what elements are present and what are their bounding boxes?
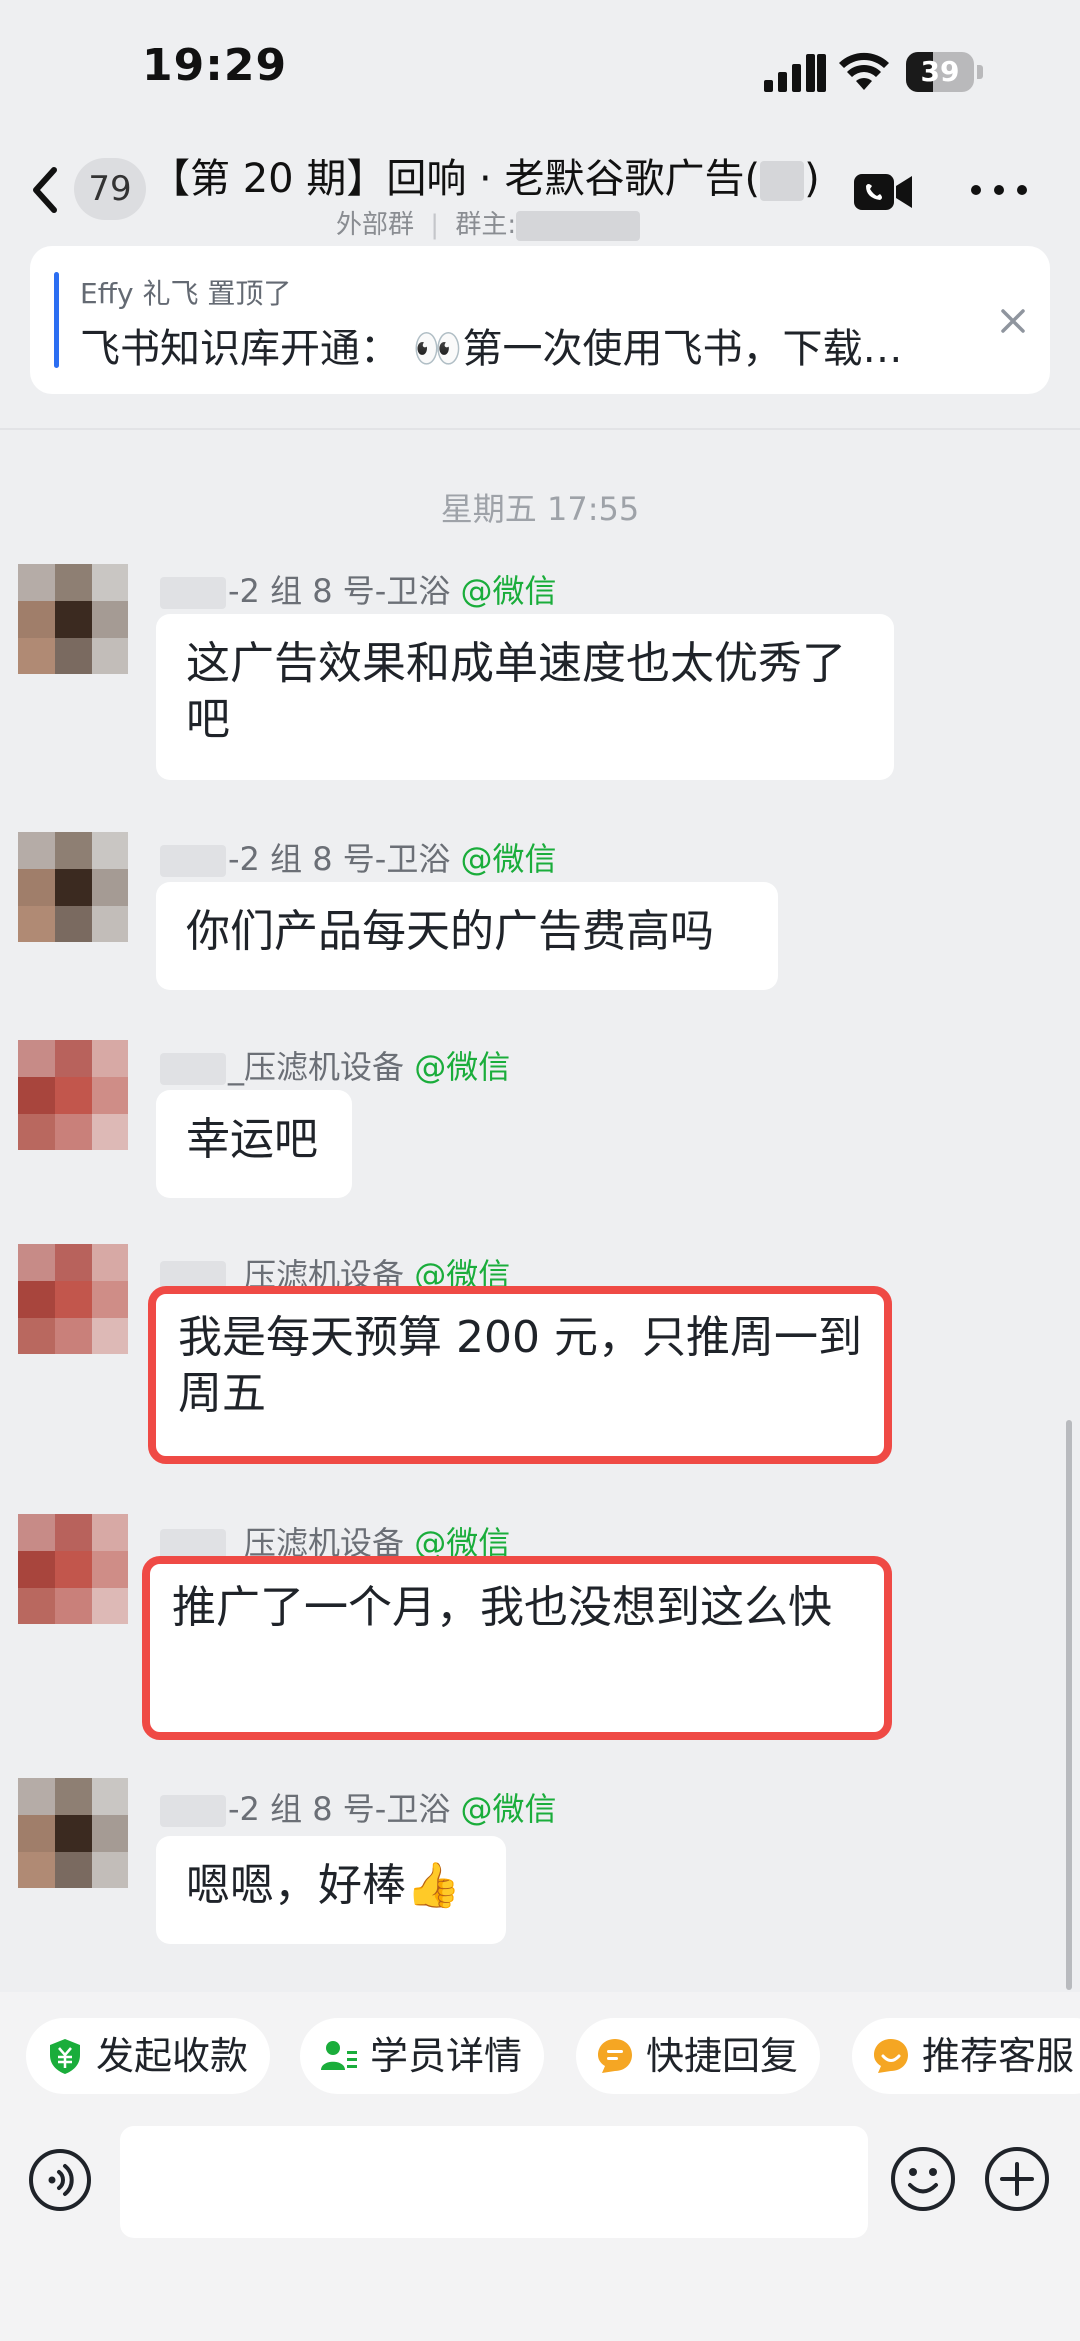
quick-action-student-details[interactable]: 学员详情 <box>300 2018 545 2094</box>
sender-name: -2 组 8 号-卫浴 <box>228 840 451 878</box>
pinned-by-label: Effy 礼飞 置顶了 <box>80 277 292 310</box>
sender-origin: @微信 <box>460 572 557 610</box>
avatar[interactable] <box>18 1778 128 1888</box>
message-bubble[interactable]: 嗯嗯，好棒👍 <box>156 1836 506 1944</box>
more-options-icon[interactable] <box>970 176 1028 204</box>
sender-origin: @微信 <box>460 1790 557 1828</box>
message-bubble-highlighted[interactable]: 推广了一个月，我也没想到这么快 <box>142 1556 892 1740</box>
sender-name: -2 组 8 号-卫浴 <box>228 1790 451 1828</box>
emoji-icon[interactable] <box>890 2146 956 2212</box>
battery-level: 39 <box>920 55 960 88</box>
message-input[interactable] <box>120 2126 868 2238</box>
video-call-icon[interactable] <box>854 170 914 214</box>
message-bubble-highlighted[interactable]: 我是每天预算 200 元，只推周一到周五 <box>148 1286 892 1464</box>
avatar[interactable] <box>18 1040 128 1150</box>
chip-label: 快捷回复 <box>646 2034 799 2078</box>
avatar[interactable] <box>18 564 128 674</box>
message-sender: -2 组 8 号-卫浴 @微信 <box>160 566 557 612</box>
message-sender: -2 组 8 号-卫浴 @微信 <box>160 834 557 880</box>
chat-bubble-icon <box>598 2039 632 2073</box>
shield-yen-icon <box>50 2039 80 2074</box>
message-sender: -2 组 8 号-卫浴 @微信 <box>160 1784 557 1830</box>
message-bubble[interactable]: 这广告效果和成单速度也太优秀了吧 <box>156 614 894 780</box>
unread-count-badge[interactable]: 79 <box>74 158 146 220</box>
back-chevron-icon[interactable] <box>22 160 72 220</box>
pinned-accent-bar <box>54 272 59 368</box>
header-divider <box>0 428 1080 430</box>
avatar[interactable] <box>18 1244 128 1354</box>
user-list-icon <box>321 2041 357 2070</box>
sender-origin: @微信 <box>460 840 557 878</box>
chip-label: 学员详情 <box>370 2034 523 2078</box>
smile-bubble-icon <box>874 2039 908 2073</box>
quick-action-recommend-support[interactable]: 推荐客服 <box>852 2018 1080 2094</box>
message-bubble[interactable]: 幸运吧 <box>156 1090 352 1198</box>
redacted-title-part <box>760 161 805 201</box>
sender-name: -2 组 8 号-卫浴 <box>228 572 451 610</box>
cellular-signal-icon <box>764 54 826 92</box>
subtitle-divider: | <box>430 210 440 240</box>
pinned-message-text: 飞书知识库开通： 👀第一次使用飞书，下载… <box>80 326 903 372</box>
avatar[interactable] <box>18 832 128 942</box>
wifi-icon <box>839 52 889 90</box>
close-icon[interactable] <box>990 298 1036 344</box>
avatar[interactable] <box>18 1514 128 1624</box>
add-attachment-icon[interactable] <box>984 2146 1050 2212</box>
message-bubble[interactable]: 你们产品每天的广告费高吗 <box>156 882 778 990</box>
group-type-label: 外部群 <box>336 210 415 240</box>
chip-label: 发起收款 <box>96 2034 249 2078</box>
chat-title-text: 【第 20 期】回响 · 老默谷歌广告( <box>150 156 761 202</box>
group-owner-label: 群主: <box>455 210 517 240</box>
sender-name: _压滤机设备 <box>228 1048 405 1086</box>
redacted-owner-name <box>516 210 641 241</box>
battery-indicator: 39 <box>906 52 984 92</box>
chat-title-end: ) <box>804 156 820 202</box>
message-sender: _压滤机设备 @微信 <box>160 1042 510 1088</box>
status-time: 19:29 <box>142 40 288 91</box>
sender-origin: @微信 <box>414 1048 511 1086</box>
pinned-message-card[interactable]: Effy 礼飞 置顶了 飞书知识库开通： 👀第一次使用飞书，下载… <box>30 246 1050 394</box>
chat-title[interactable]: 【第 20 期】回响 · 老默谷歌广告() <box>150 146 830 204</box>
chat-subtitle: 外部群 | 群主: <box>336 204 641 241</box>
scrollbar[interactable] <box>1066 1420 1072 1990</box>
date-separator: 星期五 17:55 <box>440 490 640 528</box>
chip-label: 推荐客服 <box>922 2034 1075 2078</box>
quick-action-collect-payment[interactable]: 发起收款 <box>26 2018 271 2094</box>
quick-action-quick-reply[interactable]: 快捷回复 <box>576 2018 821 2094</box>
voice-input-icon[interactable] <box>28 2148 92 2212</box>
